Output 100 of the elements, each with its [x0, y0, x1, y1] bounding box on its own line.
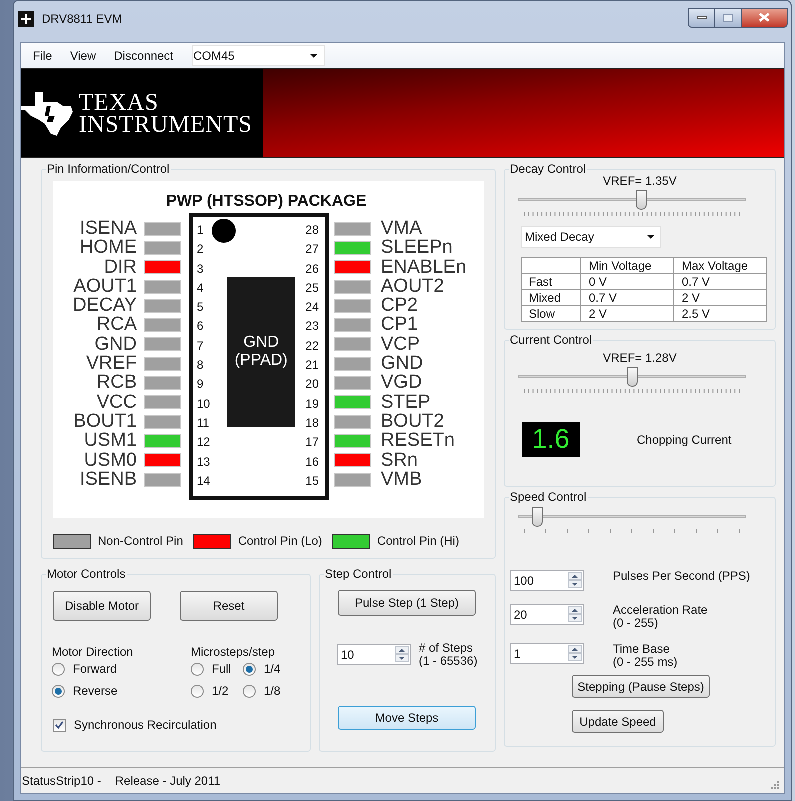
pin-label: VREF — [86, 354, 137, 374]
pin-number: 15 — [306, 472, 319, 490]
pin-label: DECAY — [72, 296, 137, 316]
number-field[interactable]: 1 — [510, 643, 584, 664]
pin-indicator[interactable] — [334, 434, 371, 448]
spin-arrows-icon[interactable] — [568, 606, 582, 623]
caret-icon — [310, 54, 318, 58]
spin-arrows-icon[interactable] — [568, 572, 582, 589]
pin-indicator[interactable] — [334, 298, 371, 313]
pin-indicator[interactable] — [334, 280, 371, 294]
pin-indicator[interactable] — [334, 318, 371, 332]
pin-indicator[interactable] — [144, 453, 181, 468]
pin-number: 28 — [306, 222, 319, 239]
menu-item[interactable]: Disconnect — [114, 46, 174, 64]
radio-button[interactable] — [191, 684, 204, 698]
field-label: Time Base — [613, 643, 671, 656]
number-field[interactable]: 20 — [510, 604, 584, 625]
radio-button[interactable] — [191, 662, 204, 676]
spin-arrows-icon[interactable] — [568, 645, 582, 662]
pin-indicator[interactable] — [144, 260, 181, 274]
pin-indicator[interactable] — [144, 337, 181, 352]
pin-indicator[interactable] — [334, 414, 371, 429]
group-title: Current Control — [509, 333, 594, 347]
checkbox-label: Synchronous Recirculation — [74, 717, 217, 734]
pin-indicator[interactable] — [144, 472, 181, 486]
radio-button[interactable] — [243, 662, 256, 676]
pin-indicator[interactable] — [144, 434, 181, 448]
group-title: Speed Control — [509, 490, 588, 504]
pin-label: HOME — [80, 238, 137, 258]
pin-indicator[interactable] — [334, 240, 371, 255]
pin-number: 12 — [197, 434, 210, 452]
move-steps-button[interactable]: Move Steps — [338, 706, 476, 730]
column-header: Max Voltage — [674, 258, 766, 274]
brand-name: TEXAS — [79, 92, 160, 114]
update-speed-button[interactable]: Update Speed — [572, 710, 664, 733]
pin-indicator[interactable] — [334, 260, 371, 274]
pin-label: ENABLEn — [381, 258, 467, 277]
app-icon — [18, 10, 34, 26]
port-dropdown[interactable]: COM45 — [192, 45, 325, 66]
pin-indicator[interactable] — [144, 240, 181, 255]
close-button[interactable] — [741, 8, 788, 28]
pin-number: 2 — [197, 241, 205, 258]
pin-number: 4 — [197, 280, 205, 297]
number-field[interactable]: 10 — [337, 644, 411, 665]
table-cell: 2.5 V — [674, 306, 766, 322]
pin-indicator[interactable] — [334, 395, 371, 410]
pin-indicator[interactable] — [334, 356, 371, 371]
pulse-step-button[interactable]: Pulse Step (1 Step) — [338, 590, 476, 616]
pin-indicator[interactable] — [334, 376, 371, 390]
checkbox[interactable] — [53, 718, 66, 732]
row-header: Fast — [522, 274, 580, 290]
pin-indicator[interactable] — [144, 356, 181, 371]
pin-indicator[interactable] — [144, 318, 181, 332]
decay-mode-dropdown[interactable]: Mixed Decay — [521, 226, 661, 248]
pin-indicator[interactable] — [144, 280, 181, 294]
pin-label: ISENA — [80, 219, 137, 238]
slider-thumb[interactable] — [627, 367, 638, 387]
direction-label: Motor Direction — [52, 644, 134, 658]
pin-indicator[interactable] — [334, 337, 371, 352]
radio-button[interactable] — [243, 684, 256, 698]
radio-label: Reverse — [73, 683, 118, 700]
number-field[interactable]: 100 — [510, 570, 584, 591]
pin-indicator[interactable] — [334, 453, 371, 468]
pin-number: 11 — [197, 414, 210, 432]
slider-thumb[interactable] — [532, 507, 544, 527]
pin-label: VMB — [381, 470, 422, 490]
chopping-current-label: Chopping Current — [637, 432, 732, 448]
pin-indicator[interactable] — [144, 376, 181, 390]
pin-indicator[interactable] — [144, 298, 181, 313]
menu-item[interactable]: View — [70, 46, 96, 64]
pin-label: RCB — [96, 373, 137, 393]
menu-item[interactable]: File — [33, 46, 52, 64]
disable-motor-button[interactable]: Disable Motor — [53, 591, 151, 621]
field-range: (0 - 255 ms) — [613, 656, 678, 669]
legend-label: Control Pin (Hi) — [377, 533, 460, 550]
pin-number: 10 — [197, 396, 210, 413]
pin-number: 21 — [306, 357, 319, 374]
reset-button[interactable]: Reset — [180, 591, 278, 621]
row-header: Mixed — [522, 290, 580, 306]
pin-indicator[interactable] — [144, 395, 181, 410]
pin-label: CP1 — [381, 315, 418, 335]
pin-indicator[interactable] — [144, 222, 181, 236]
pin-label: VGD — [381, 373, 422, 393]
minimize-button[interactable] — [688, 8, 715, 28]
group-title: Decay Control — [509, 162, 588, 176]
radio-button[interactable] — [52, 662, 65, 676]
package-title: PWP (HTSSOP) PACKAGE — [166, 193, 367, 211]
stepping-button[interactable]: Stepping (Pause Steps) — [572, 675, 710, 698]
radio-label: 1/2 — [212, 683, 229, 700]
spin-arrows-icon[interactable] — [395, 646, 409, 663]
pin-number: 19 — [306, 396, 319, 413]
radio-label: 1/4 — [264, 661, 281, 678]
pin-indicator[interactable] — [334, 472, 371, 486]
pin-indicator[interactable] — [144, 414, 181, 429]
radio-button[interactable] — [52, 684, 65, 698]
pin-number: 3 — [197, 260, 205, 278]
status-text: StatusStrip10 - — [22, 772, 102, 790]
maximize-button[interactable] — [715, 8, 741, 28]
pin-indicator[interactable] — [334, 222, 371, 236]
slider-thumb[interactable] — [636, 190, 648, 210]
